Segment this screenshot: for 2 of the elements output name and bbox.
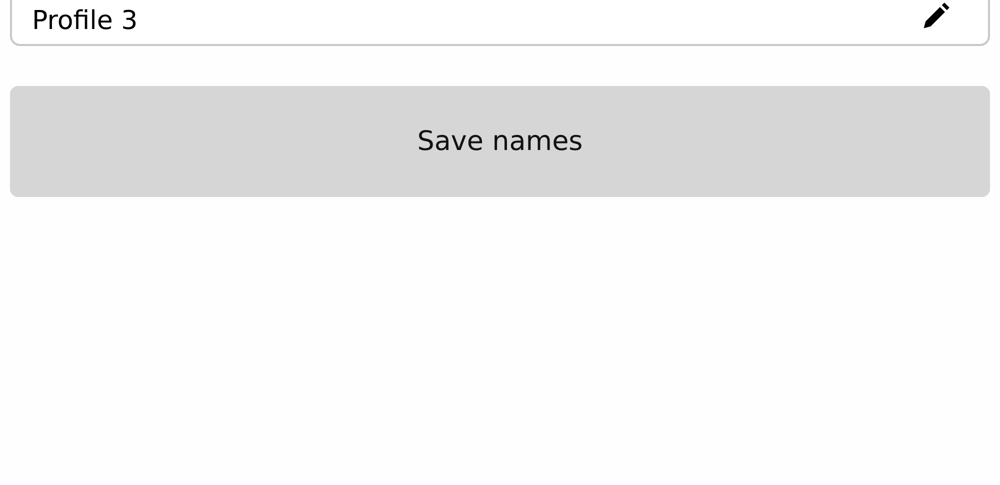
name-field[interactable]: Profile 3 xyxy=(10,0,990,46)
save-button[interactable]: Save names xyxy=(10,86,990,197)
